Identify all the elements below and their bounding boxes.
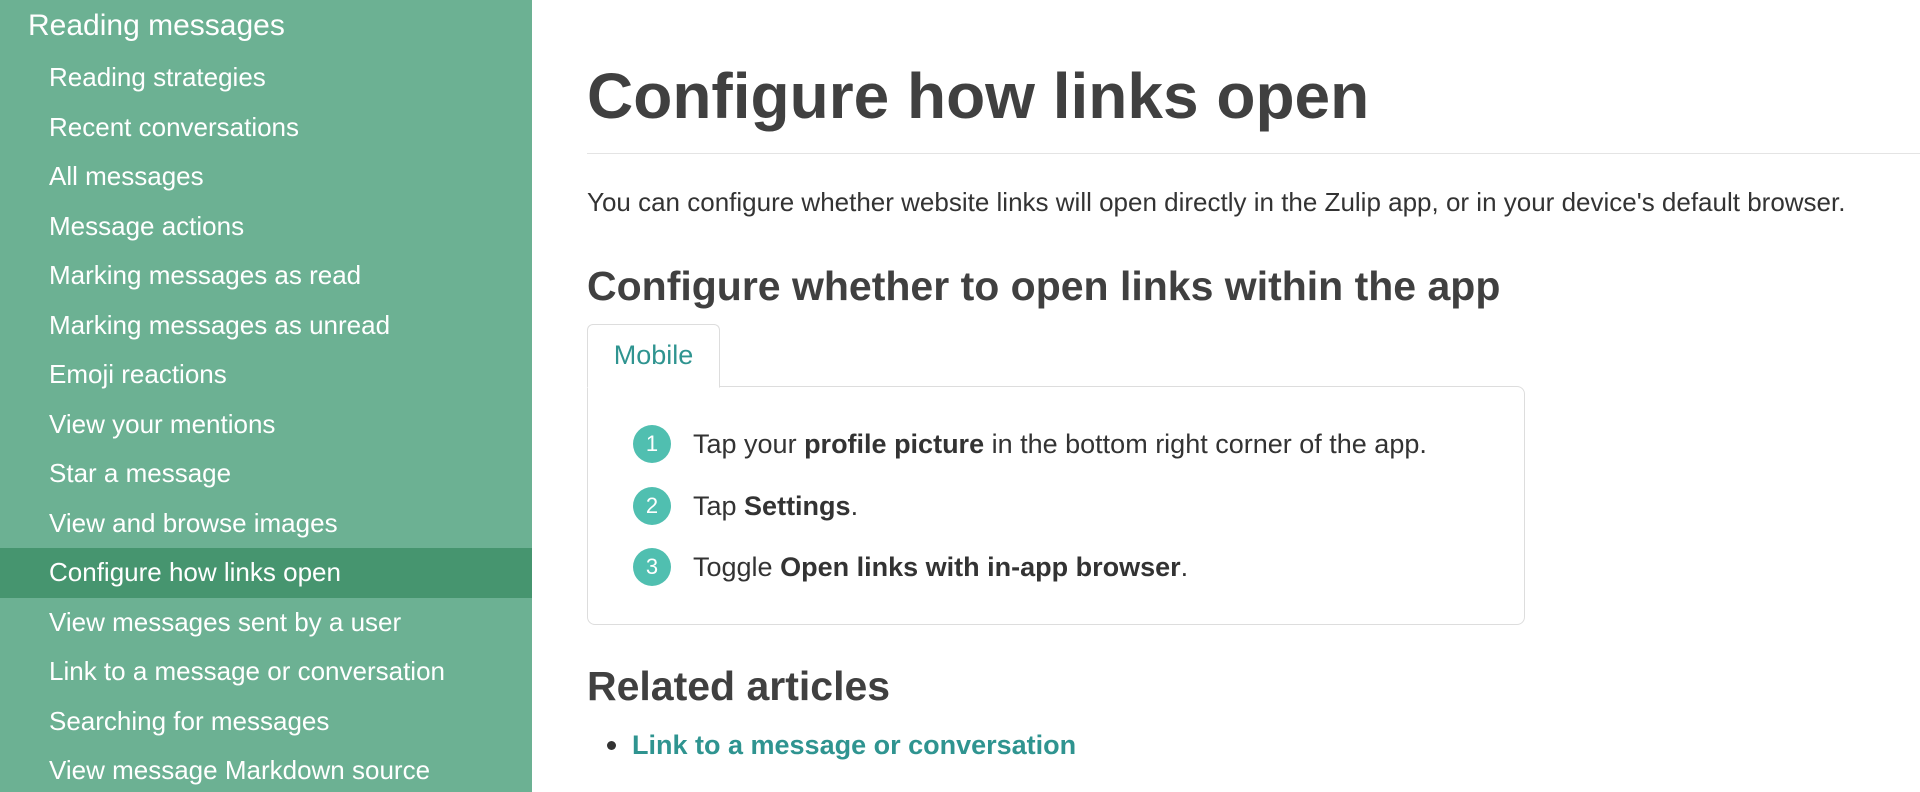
section-heading: Configure whether to open links within t… [587, 263, 1501, 309]
step-text: Toggle Open links with in-app browser. [693, 552, 1189, 582]
title-divider [587, 153, 1920, 154]
related-articles-list: Link to a message or conversation [587, 725, 1076, 765]
sidebar-item-reading-strategies[interactable]: Reading strategies [0, 53, 532, 103]
sidebar: Reading messages Reading strategies Rece… [0, 0, 532, 792]
step-number-badge: 3 [633, 548, 671, 586]
sidebar-item-view-mentions[interactable]: View your mentions [0, 400, 532, 450]
related-articles-heading: Related articles [587, 663, 891, 709]
intro-paragraph: You can configure whether website links … [587, 187, 1846, 217]
tab-panel-mobile: 1 Tap your profile picture in the bottom… [587, 386, 1525, 625]
tab-mobile[interactable]: Mobile [587, 324, 720, 388]
related-article-link[interactable]: Link to a message or conversation [632, 730, 1076, 760]
step-text: Tap Settings. [693, 491, 859, 521]
sidebar-item-marking-read[interactable]: Marking messages as read [0, 251, 532, 301]
sidebar-item-configure-links[interactable]: Configure how links open [0, 548, 532, 598]
step-number-badge: 2 [633, 487, 671, 525]
bullet-icon [607, 741, 616, 750]
sidebar-item-star-message[interactable]: Star a message [0, 449, 532, 499]
step-emphasis: Settings [744, 491, 851, 521]
step-emphasis: Open links with in-app browser [780, 552, 1181, 582]
sidebar-item-all-messages[interactable]: All messages [0, 152, 532, 202]
step-emphasis: profile picture [804, 429, 985, 459]
sidebar-item-marking-unread[interactable]: Marking messages as unread [0, 301, 532, 351]
sidebar-item-browse-images[interactable]: View and browse images [0, 499, 532, 549]
help-center-page: Reading messages Reading strategies Rece… [0, 0, 1920, 792]
main-content: Configure how links open You can configu… [532, 0, 1920, 792]
step-text: Tap your profile picture in the bottom r… [693, 429, 1427, 459]
sidebar-item-message-actions[interactable]: Message actions [0, 202, 532, 252]
sidebar-heading[interactable]: Reading messages [28, 6, 285, 46]
sidebar-item-link-to-message[interactable]: Link to a message or conversation [0, 647, 532, 697]
page-title: Configure how links open [587, 60, 1370, 132]
sidebar-item-searching[interactable]: Searching for messages [0, 697, 532, 747]
step-number-badge: 1 [633, 425, 671, 463]
sidebar-item-emoji-reactions[interactable]: Emoji reactions [0, 350, 532, 400]
related-article-item: Link to a message or conversation [587, 725, 1076, 765]
sidebar-item-recent-conversations[interactable]: Recent conversations [0, 103, 532, 153]
sidebar-item-messages-by-user[interactable]: View messages sent by a user [0, 598, 532, 648]
sidebar-item-markdown-source[interactable]: View message Markdown source [0, 746, 532, 792]
sidebar-list: Reading strategies Recent conversations … [0, 53, 532, 792]
